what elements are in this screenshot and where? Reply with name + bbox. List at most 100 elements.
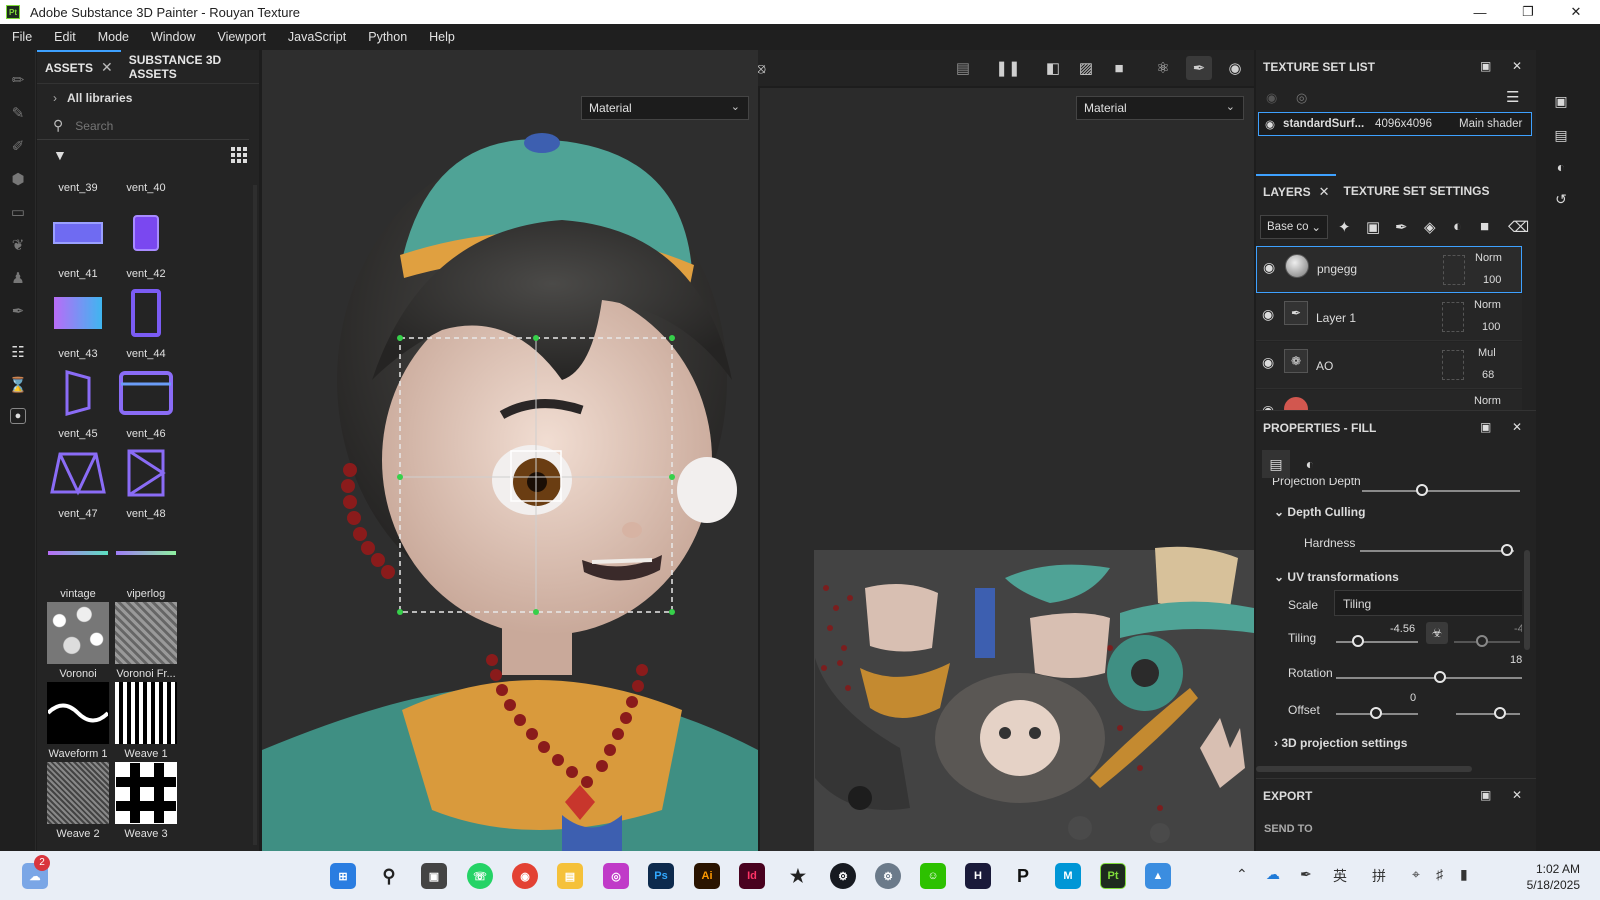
camera-settings-icon[interactable]: ▣ <box>1552 92 1570 110</box>
tiling-value-2[interactable]: -4 <box>1514 623 1522 635</box>
battery-icon[interactable]: ▮ <box>1460 866 1468 883</box>
close-icon[interactable]: ✕ <box>1512 788 1522 802</box>
whatsapp-icon[interactable]: ☏ <box>467 863 493 889</box>
tiling-value[interactable]: -4.56 <box>1390 623 1415 635</box>
clock[interactable]: 1:02 AM 5/18/2025 <box>1527 861 1580 893</box>
shader-icon[interactable]: ◐ <box>1552 158 1570 176</box>
layer-mask-slot[interactable] <box>1442 302 1464 332</box>
tiling-knob-2[interactable] <box>1476 635 1488 647</box>
geometry-mask-icon[interactable]: ⬢ <box>8 169 28 189</box>
camera-icon[interactable]: ■ <box>1106 56 1132 80</box>
close-icon[interactable]: ✕ <box>1552 0 1600 24</box>
projection-icon[interactable]: ✐ <box>8 136 28 156</box>
asset-item[interactable]: vent_43 <box>45 282 111 360</box>
material-properties-icon[interactable]: ◐ <box>1296 450 1324 478</box>
brush-mode-icon[interactable]: ✒ <box>1186 56 1212 80</box>
filter-icon[interactable]: ▼ <box>53 147 67 163</box>
chevron-up-icon[interactable]: ⌃ <box>1236 866 1248 883</box>
asset-item[interactable]: Voronoi Fr... <box>113 602 179 680</box>
eye-icon[interactable]: ◉ <box>1265 117 1275 131</box>
rotation-value[interactable]: 18 <box>1510 654 1522 666</box>
photoshop-icon[interactable]: Ps <box>648 863 674 889</box>
hardness-slider[interactable] <box>1360 550 1514 552</box>
projection-settings-section[interactable]: › 3D projection settings <box>1274 736 1407 750</box>
menu-help[interactable]: Help <box>429 30 455 44</box>
projection-depth-knob[interactable] <box>1416 484 1428 496</box>
fill-properties-icon[interactable]: ▤ <box>1262 450 1290 478</box>
pause-icon[interactable]: ❚❚ <box>995 56 1021 80</box>
asset-item[interactable]: vent_47 <box>45 442 111 520</box>
menu-javascript[interactable]: JavaScript <box>288 30 346 44</box>
layer-blend-mode[interactable]: Norm <box>1474 299 1501 311</box>
onedrive-icon[interactable]: ☁ <box>1266 866 1280 883</box>
layer-opacity[interactable]: 68 <box>1482 369 1494 381</box>
color-picker-icon[interactable]: ✒ <box>8 301 28 321</box>
smudge-icon[interactable]: ❦ <box>8 235 28 255</box>
tiling-slider[interactable] <box>1336 641 1418 643</box>
material-select-right[interactable]: Material ⌄ <box>1076 96 1244 120</box>
indesign-icon[interactable]: Id <box>739 863 765 889</box>
asset-item[interactable]: Waveform 1 <box>45 682 111 760</box>
search-icon[interactable]: ⚲ <box>376 863 402 889</box>
asset-item[interactable]: vent_48 <box>113 442 179 520</box>
houdini-icon[interactable]: H <box>965 863 991 889</box>
bake-icon[interactable]: ☷ <box>8 342 28 362</box>
history-icon[interactable]: ↺ <box>1552 190 1570 208</box>
restore-icon[interactable]: ❐ <box>1504 0 1552 24</box>
grid-view-icon[interactable] <box>231 147 247 163</box>
rotation-knob[interactable] <box>1434 671 1446 683</box>
layer-opacity[interactable]: 100 <box>1482 321 1500 333</box>
asset-item[interactable]: vent_40 <box>113 182 179 194</box>
delete-icon[interactable]: ⌫ <box>1508 218 1529 236</box>
menu-file[interactable]: File <box>12 30 32 44</box>
photos-icon[interactable]: ▲ <box>1145 863 1171 889</box>
volume-mute-icon[interactable]: ♯ <box>1436 866 1443 882</box>
steam-icon[interactable]: ⚙ <box>830 863 856 889</box>
depth-culling-section[interactable]: ⌄ Depth Culling <box>1274 505 1365 519</box>
tiling-knob[interactable] <box>1352 635 1364 647</box>
asset-item[interactable]: Weave 1 <box>113 682 179 760</box>
add-paint-layer-icon[interactable]: ✒ <box>1395 218 1408 236</box>
menu-mode[interactable]: Mode <box>98 30 129 44</box>
viewport-3d[interactable] <box>262 50 758 851</box>
close-icon[interactable]: ✕ <box>101 59 113 76</box>
split-view-icon[interactable]: ◧ <box>1040 56 1066 80</box>
eye-outline-icon[interactable]: ◎ <box>1296 90 1307 106</box>
tab-layers[interactable]: LAYERS ✕ <box>1256 174 1337 208</box>
offset-value[interactable]: 0 <box>1410 692 1416 704</box>
3d-view-icon[interactable]: ▨ <box>1073 56 1099 80</box>
properties-hscrollbar[interactable] <box>1256 766 1472 772</box>
viewport-2d[interactable] <box>760 88 1254 851</box>
tab-substance-assets[interactable]: SUBSTANCE 3D ASSETS <box>121 50 259 84</box>
hardness-knob[interactable] <box>1501 544 1513 556</box>
maya-icon[interactable]: M <box>1055 863 1081 889</box>
add-mask-icon[interactable]: ▣ <box>1366 218 1380 236</box>
minimize-icon[interactable]: — <box>1456 0 1504 24</box>
painter-icon[interactable]: Pt <box>1100 863 1126 889</box>
menu-viewport[interactable]: Viewport <box>217 30 265 44</box>
eye-icon[interactable]: ◉ <box>1266 90 1277 106</box>
chrome-icon[interactable]: ◉ <box>512 863 538 889</box>
add-effect-icon[interactable]: ✦ <box>1338 218 1351 236</box>
ime-pinyin-label[interactable]: 拼 <box>1372 866 1386 886</box>
offset-knob-u[interactable] <box>1370 707 1382 719</box>
layer-blend-mode[interactable]: Mul <box>1478 347 1496 359</box>
close-icon[interactable]: ✕ <box>1512 59 1522 73</box>
asset-item[interactable]: vent_42 <box>113 202 179 280</box>
screenshot-icon[interactable]: ◉ <box>1222 56 1248 80</box>
asset-item[interactable]: viperlog <box>113 522 179 600</box>
projection-depth-slider[interactable] <box>1362 490 1520 492</box>
close-icon[interactable]: ✕ <box>1512 420 1522 434</box>
add-smart-material-icon[interactable]: ◐ <box>1453 218 1462 235</box>
start-icon[interactable]: ⊞ <box>330 863 356 889</box>
search-input[interactable] <box>75 118 226 133</box>
layer-row[interactable]: ◉ pngegg Norm 100 <box>1256 246 1522 293</box>
material-select-left[interactable]: Material ⌄ <box>581 96 749 120</box>
channel-select[interactable]: Base co ⌄ <box>1260 215 1328 239</box>
add-fill-layer-icon[interactable]: ◈ <box>1424 218 1436 236</box>
layer-row[interactable]: ◉ ✒ Layer 1 Norm 100 <box>1256 294 1522 341</box>
illustrator-icon[interactable]: Ai <box>694 863 720 889</box>
layer-mask-slot[interactable] <box>1443 255 1465 285</box>
rotation-slider[interactable] <box>1336 677 1522 679</box>
menu-python[interactable]: Python <box>368 30 407 44</box>
